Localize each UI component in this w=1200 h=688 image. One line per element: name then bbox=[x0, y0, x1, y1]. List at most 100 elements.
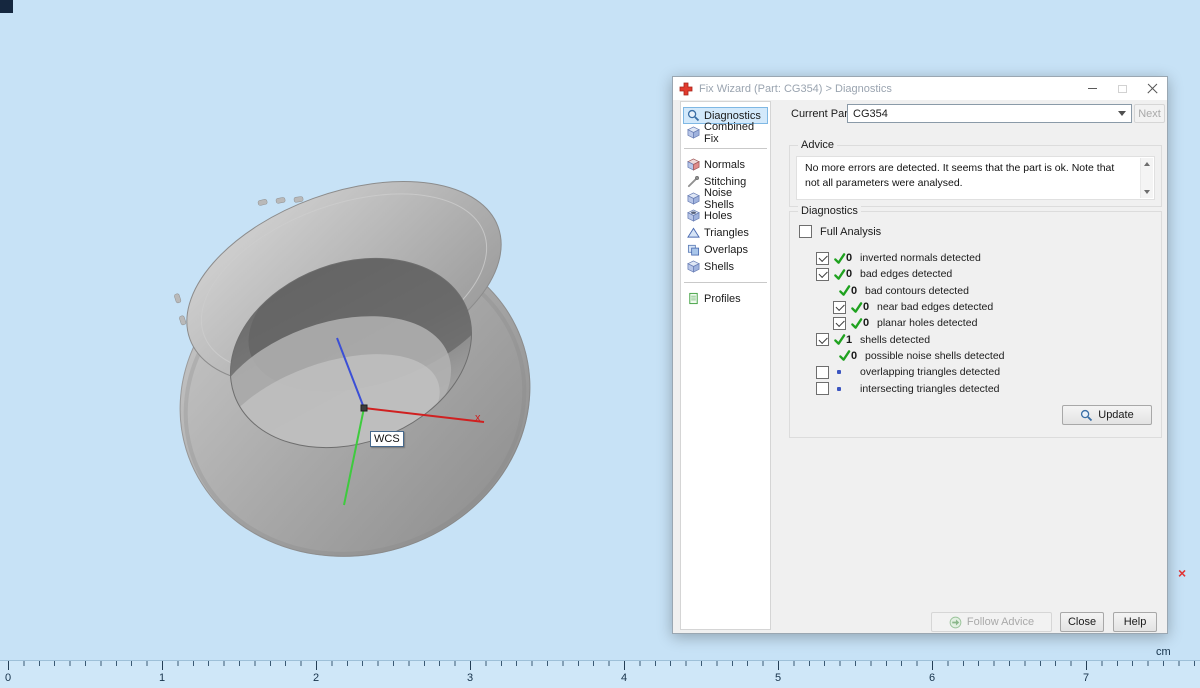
sidebar-item-shells[interactable]: Shells bbox=[683, 258, 768, 275]
cube-icon bbox=[687, 260, 700, 273]
needle-icon bbox=[687, 175, 700, 188]
diagnostic-row: 0 bad edges detected bbox=[790, 266, 1155, 282]
minimize-button[interactable] bbox=[1077, 77, 1107, 100]
diagnostic-checkbox[interactable] bbox=[816, 382, 829, 396]
sidebar-item-profiles[interactable]: Profiles bbox=[683, 290, 768, 307]
advice-group: Advice No more errors are detected. It s… bbox=[789, 139, 1162, 207]
sidebar-item-label: Noise Shells bbox=[704, 186, 734, 211]
ruler-label: 2 bbox=[312, 672, 320, 684]
diagnostic-checkbox[interactable] bbox=[816, 365, 829, 379]
update-magnifier-icon bbox=[1080, 409, 1093, 422]
dialog-title: Fix Wizard (Part: CG354) > Diagnostics bbox=[699, 82, 892, 95]
diagnostic-count: 0 bbox=[851, 349, 858, 362]
ring-model-svg: x bbox=[174, 181, 531, 557]
fix-wizard-icon bbox=[679, 82, 693, 96]
diagnostic-checkbox[interactable] bbox=[816, 267, 829, 281]
horizontal-ruler: 0 1 2 3 4 5 6 7 bbox=[0, 660, 1200, 688]
diagnostic-checkbox[interactable] bbox=[833, 300, 846, 314]
fix-wizard-dialog: Fix Wizard (Part: CG354) > Diagnostics C… bbox=[672, 76, 1168, 634]
current-part-label: Current Part: bbox=[791, 108, 854, 120]
axis-x-label: x bbox=[475, 412, 481, 424]
advice-scrollbar[interactable] bbox=[1140, 158, 1153, 198]
dialog-sidebar: Diagnostics Combined Fix Normals Stitchi… bbox=[680, 101, 771, 630]
cube-red-icon bbox=[687, 158, 700, 171]
diagnostic-count: 0 bbox=[863, 317, 870, 330]
check-ok-icon bbox=[850, 301, 863, 314]
ruler-label: 5 bbox=[774, 672, 782, 684]
diagnostic-label: planar holes detected bbox=[877, 317, 978, 330]
minimize-icon bbox=[1087, 88, 1097, 89]
diagnostic-count: 0 bbox=[846, 268, 853, 281]
diagnostic-label: overlapping triangles detected bbox=[860, 366, 1001, 379]
diagnostic-row: overlapping triangles detected bbox=[790, 364, 1155, 380]
diagnostic-row: 0 planar holes detected bbox=[790, 315, 1155, 331]
close-icon bbox=[1146, 83, 1158, 94]
check-ok-icon bbox=[838, 349, 851, 362]
dropdown-arrow-icon bbox=[1118, 111, 1126, 116]
diagnostic-label: bad edges detected bbox=[860, 268, 953, 281]
diagnostic-label: intersecting triangles detected bbox=[860, 382, 1000, 395]
sidebar-item-label: Normals bbox=[704, 158, 745, 171]
diagnostic-rows: 0 inverted normals detected 0 bad edges … bbox=[790, 250, 1155, 397]
maximize-icon bbox=[1117, 84, 1127, 93]
follow-advice-button[interactable]: Follow Advice bbox=[931, 612, 1052, 632]
diagnostic-label: shells detected bbox=[860, 333, 931, 346]
follow-advice-label: Follow Advice bbox=[966, 616, 1035, 628]
advice-text: No more errors are detected. It seems th… bbox=[805, 162, 1115, 189]
scroll-down-icon[interactable] bbox=[1141, 186, 1153, 198]
triangle-icon bbox=[687, 226, 700, 239]
advice-group-label: Advice bbox=[798, 139, 838, 151]
sidebar-item-label: Profiles bbox=[704, 292, 741, 305]
ruler-unit-label: cm bbox=[1156, 646, 1171, 658]
diagnostic-checkbox[interactable] bbox=[816, 333, 829, 347]
scroll-up-icon[interactable] bbox=[1141, 158, 1153, 170]
diagnostic-count: 0 bbox=[851, 284, 858, 297]
close-dialog-button[interactable]: Close bbox=[1060, 612, 1104, 632]
sidebar-item-label: Shells bbox=[704, 260, 734, 273]
pending-dot-icon bbox=[837, 386, 841, 391]
sidebar-item-noise-shells[interactable]: Noise Shells bbox=[683, 187, 768, 211]
axes-origin-marker bbox=[360, 404, 368, 412]
sidebar-item-label: Holes bbox=[704, 209, 733, 222]
help-button[interactable]: Help bbox=[1113, 612, 1157, 632]
check-ok-icon bbox=[833, 333, 846, 346]
magnifier-icon bbox=[687, 109, 700, 122]
close-button[interactable] bbox=[1137, 77, 1167, 100]
full-analysis-checkbox[interactable] bbox=[799, 225, 812, 238]
diagnostic-label: inverted normals detected bbox=[860, 252, 981, 265]
sidebar-item-overlaps[interactable]: Overlaps bbox=[683, 241, 768, 258]
sidebar-item-label: Triangles bbox=[704, 226, 749, 239]
sidebar-item-triangles[interactable]: Triangles bbox=[683, 224, 768, 241]
cube-icon bbox=[687, 192, 700, 205]
diagnostic-count: 1 bbox=[846, 333, 853, 346]
diagnostic-row: intersecting triangles detected bbox=[790, 380, 1155, 396]
sidebar-item-normals[interactable]: Normals bbox=[683, 156, 768, 173]
update-button[interactable]: Update bbox=[1062, 405, 1152, 425]
cube-hole-icon bbox=[687, 209, 700, 222]
wcs-label: WCS bbox=[370, 431, 404, 447]
ruler-label: 4 bbox=[620, 672, 628, 684]
document-icon bbox=[687, 292, 700, 305]
next-button[interactable]: Next bbox=[1134, 104, 1165, 123]
sidebar-item-label: Combined Fix bbox=[704, 120, 755, 145]
full-analysis-label: Full Analysis bbox=[820, 225, 882, 238]
update-button-label: Update bbox=[1098, 409, 1134, 421]
diagnostic-checkbox[interactable] bbox=[816, 251, 829, 265]
diagnostic-label: possible noise shells detected bbox=[865, 349, 1005, 362]
diagnostic-checkbox[interactable] bbox=[833, 316, 846, 330]
current-part-value: CG354 bbox=[853, 107, 888, 120]
ruler-label: 6 bbox=[928, 672, 936, 684]
check-ok-icon bbox=[850, 317, 863, 330]
pending-dot-icon bbox=[837, 370, 841, 375]
diagnostics-group: Diagnostics Full Analysis 0 inverted nor… bbox=[789, 205, 1162, 438]
maximize-button[interactable] bbox=[1107, 77, 1137, 100]
diagnostic-label: bad contours detected bbox=[865, 284, 969, 297]
advice-box: No more errors are detected. It seems th… bbox=[796, 156, 1155, 200]
diagnostic-row: 0 near bad edges detected bbox=[790, 299, 1155, 315]
current-part-select[interactable]: CG354 bbox=[847, 104, 1132, 123]
ruler-label: 1 bbox=[158, 672, 166, 684]
sidebar-item-combined-fix[interactable]: Combined Fix bbox=[683, 121, 768, 145]
dialog-titlebar[interactable]: Fix Wizard (Part: CG354) > Diagnostics bbox=[673, 77, 1167, 100]
diagnostic-count: 0 bbox=[863, 301, 870, 314]
sidebar-separator bbox=[684, 282, 767, 283]
